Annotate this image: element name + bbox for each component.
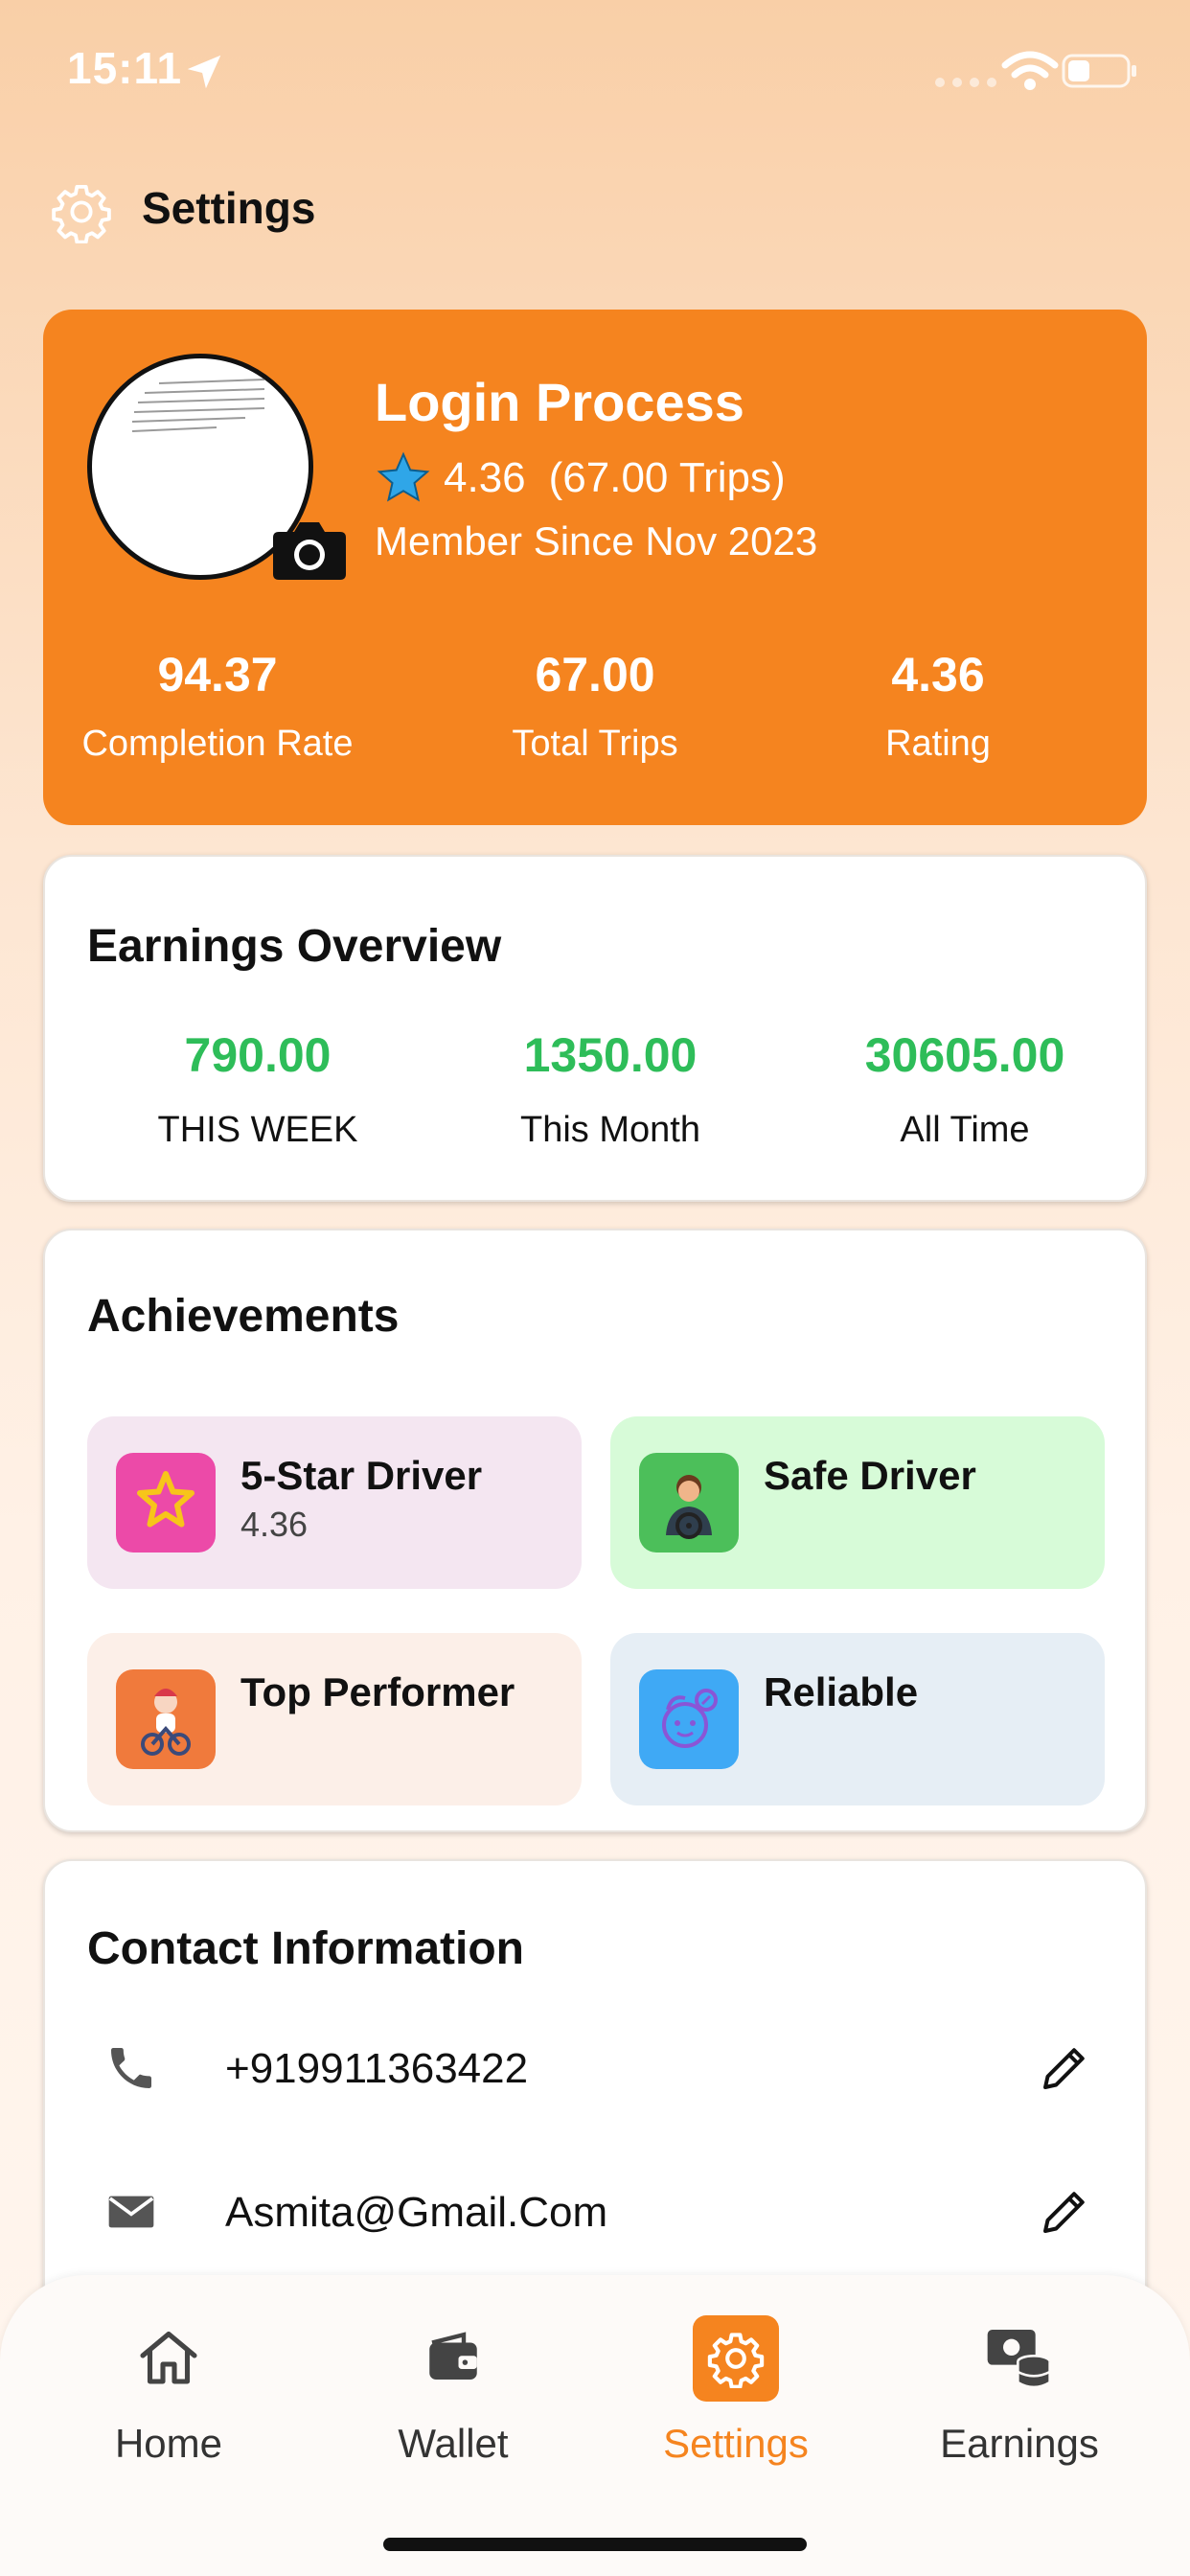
camera-icon[interactable] [271,515,348,582]
stat-completion-rate: 94.37 Completion Rate [45,647,390,765]
achievement-title: Reliable [764,1669,919,1714]
contact-title: Contact Information [87,1923,524,1974]
status-bar: 15:11 [0,0,1190,144]
trips-count: (67.00 Trips) [548,454,786,501]
nav-icon [126,2315,212,2402]
contact-phone-row: +919911363422 [87,2030,1107,2106]
home-icon [140,2331,197,2384]
stat-label: Completion Rate [81,724,354,764]
earnings-icon [987,2330,1051,2389]
location-arrow-icon [187,55,221,89]
stat-label: Rating [885,724,991,764]
mail-icon [108,2196,154,2228]
achievement-subtitle: 4.36 [240,1505,309,1544]
rating-value: 4.36 [444,454,526,501]
wifi-icon [1001,51,1059,90]
nav-label: Settings [663,2421,809,2466]
achievement-title: Safe Driver [764,1453,976,1498]
home-indicator [383,2538,807,2551]
nav-label: Wallet [398,2421,509,2466]
nav-earnings[interactable]: Earnings [904,2315,1134,2467]
settings-gear-icon[interactable] [50,180,113,243]
achievement-five-star-driver[interactable]: 5-Star Driver 4.36 [87,1416,582,1589]
stat-label: Total Trips [512,724,678,764]
bottom-nav: Home Wallet Settings Earnings [0,2275,1190,2576]
nav-label: Earnings [940,2421,1099,2466]
nav-label: Home [114,2421,223,2466]
stat-value: 4.36 [891,648,985,702]
achievement-reliable[interactable]: Reliable [610,1633,1105,1806]
star-icon [377,451,430,502]
achievements-title: Achievements [87,1291,400,1342]
earnings-this-month: 1350.00 This Month [438,1027,783,1151]
wallet-icon [429,2332,477,2380]
nav-icon [410,2315,496,2402]
rating-row: 4.36 (67.00 Trips) [375,449,786,507]
earnings-all-time: 30605.00 All Time [792,1027,1137,1151]
email-address: Asmita@Gmail.Com [225,2189,608,2236]
signal-icon [935,78,996,87]
stat-total-trips: 67.00 Total Trips [423,647,767,765]
phone-number: +919911363422 [225,2045,529,2092]
edit-phone-icon[interactable] [1036,2039,1093,2097]
reliable-icon [639,1669,739,1769]
gear-icon [707,2333,765,2388]
edit-email-icon[interactable] [1036,2183,1093,2241]
earnings-label: This Month [520,1110,700,1150]
nav-icon [976,2315,1063,2402]
nav-settings[interactable]: Settings [621,2315,851,2467]
earnings-card: Earnings Overview 790.00 THIS WEEK 1350.… [43,855,1147,1202]
battery-icon [1062,54,1136,88]
page-title: Settings [142,183,316,233]
nav-wallet[interactable]: Wallet [338,2315,568,2467]
profile-card: Login Process 4.36 (67.00 Trips) Member … [43,310,1147,825]
earnings-this-week: 790.00 THIS WEEK [85,1027,430,1151]
earnings-value: 1350.00 [523,1028,698,1082]
achievements-card: Achievements 5-Star Driver 4.36 Safe Dri… [43,1229,1147,1832]
nav-icon [693,2315,779,2402]
earnings-title: Earnings Overview [87,921,502,972]
achievement-safe-driver[interactable]: Safe Driver [610,1416,1105,1589]
achievement-title: 5-Star Driver [240,1453,483,1498]
nav-home[interactable]: Home [54,2315,284,2467]
earnings-value: 30605.00 [864,1028,1065,1082]
star-badge-icon [116,1453,216,1552]
avatar-image [131,379,265,432]
achievement-top-performer[interactable]: Top Performer [87,1633,582,1806]
stat-value: 67.00 [535,648,655,702]
achievement-title: Top Performer [240,1669,515,1714]
member-since: Member Since Nov 2023 [375,518,818,564]
stat-rating: 4.36 Rating [766,647,1110,765]
phone-icon [111,2048,151,2088]
performer-icon [116,1669,216,1769]
earnings-label: THIS WEEK [157,1110,358,1150]
earnings-label: All Time [900,1110,1030,1150]
stat-value: 94.37 [157,648,278,702]
status-time: 15:11 [67,43,183,93]
earnings-value: 790.00 [184,1028,332,1082]
profile-name: Login Process [375,372,744,432]
contact-email-row: Asmita@Gmail.Com [87,2174,1107,2250]
driver-icon [639,1453,739,1552]
